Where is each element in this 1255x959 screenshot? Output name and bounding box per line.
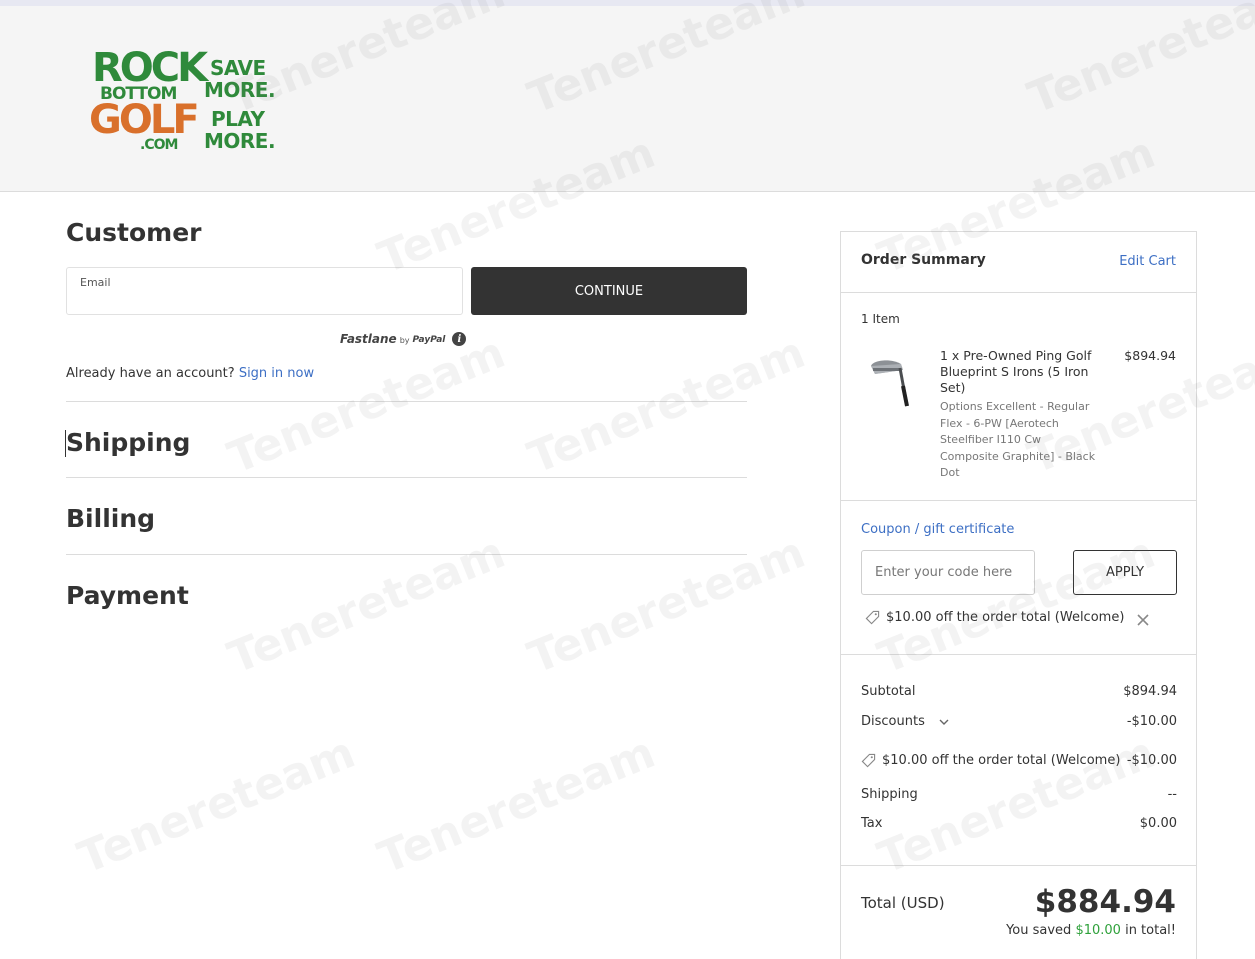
logo-text-com: .COM: [140, 137, 178, 153]
divider: [841, 654, 1196, 655]
divider: [841, 500, 1196, 501]
discounts-row[interactable]: Discounts -$10.00: [861, 714, 1177, 729]
watermark: Tenereteam: [371, 726, 663, 885]
tag-icon: [861, 753, 876, 768]
divider: [66, 401, 747, 402]
signin-prompt: Already have an account? Sign in now: [66, 366, 314, 381]
signin-prompt-text: Already have an account?: [66, 366, 235, 381]
tax-value: $0.00: [1139, 816, 1177, 831]
remove-coupon-icon[interactable]: [1133, 610, 1153, 630]
edit-cart-link[interactable]: Edit Cart: [1119, 254, 1176, 269]
tag-icon: [865, 610, 880, 625]
order-summary-panel: Order Summary Edit Cart 1 Item 1 x Pre-O…: [840, 231, 1197, 959]
logo-tagline-4: MORE.: [204, 129, 276, 153]
subtotal-value: $894.94: [1123, 684, 1177, 699]
savings-note: You saved $10.00 in total!: [1006, 923, 1176, 938]
item-price: $894.94: [1124, 348, 1176, 363]
subtotal-label: Subtotal: [861, 684, 916, 699]
order-summary-title: Order Summary: [861, 252, 986, 268]
shipping-value: --: [1167, 787, 1177, 802]
tax-label: Tax: [861, 816, 883, 831]
email-label: Email: [80, 276, 111, 289]
golf-iron-icon: [871, 360, 909, 407]
logo-text-golf: GOLF: [89, 97, 200, 143]
item-name: 1 x Pre-Owned Ping Golf Blueprint S Iron…: [940, 348, 1092, 395]
applied-coupon: $10.00 off the order total (Welcome): [865, 610, 1124, 625]
watermark: Tenereteam: [221, 326, 513, 485]
discounts-label: Discounts: [861, 714, 925, 729]
payment-heading[interactable]: Payment: [66, 581, 189, 610]
logo-tagline-3: PLAY: [211, 107, 265, 131]
coupon-link[interactable]: Coupon / gift certificate: [861, 522, 1014, 537]
billing-heading[interactable]: Billing: [66, 504, 155, 533]
email-input[interactable]: [80, 292, 450, 310]
sign-in-link[interactable]: Sign in now: [239, 366, 314, 381]
logo-tagline-1: SAVE: [210, 56, 266, 80]
divider: [66, 554, 747, 555]
watermark: Tenereteam: [221, 526, 513, 685]
total-value: $884.94: [1034, 884, 1176, 920]
divider: [841, 292, 1196, 293]
apply-button[interactable]: APPLY: [1073, 550, 1177, 595]
watermark: Tenereteam: [521, 326, 813, 485]
logo-text-rock: ROCK: [92, 45, 208, 91]
watermark: Tenereteam: [71, 726, 363, 885]
discount-detail-value: -$10.00: [1126, 753, 1177, 768]
email-field[interactable]: Email: [66, 267, 463, 315]
customer-heading: Customer: [66, 218, 202, 247]
shipping-label: Shipping: [861, 787, 918, 802]
fastlane-badge: Fastlane by PayPal i: [340, 332, 467, 346]
saved-suffix: in total!: [1125, 923, 1176, 938]
info-icon[interactable]: i: [452, 332, 467, 346]
paypal-text: PayPal: [412, 335, 446, 345]
shipping-heading[interactable]: Shipping: [66, 428, 190, 457]
discount-detail-label: $10.00 off the order total (Welcome): [882, 753, 1121, 768]
continue-button[interactable]: CONTINUE: [471, 267, 747, 315]
discounts-value: -$10.00: [1126, 714, 1177, 729]
shipping-row: Shipping --: [861, 787, 1177, 802]
subtotal-row: Subtotal $894.94: [861, 684, 1177, 699]
discount-detail-row: $10.00 off the order total (Welcome) -$1…: [861, 753, 1177, 768]
item-options: Options Excellent - Regular Flex - 6-PW …: [940, 400, 1096, 479]
applied-coupon-text: $10.00 off the order total (Welcome): [886, 610, 1125, 625]
fastlane-by-text: by: [399, 335, 410, 345]
saved-amount: $10.00: [1075, 923, 1121, 938]
divider: [841, 865, 1196, 866]
site-logo[interactable]: ROCK BOTTOM GOLF .COM SAVE MORE. PLAY MO…: [88, 46, 288, 156]
logo-tagline-2: MORE.: [204, 78, 276, 102]
divider: [66, 477, 747, 478]
watermark: Tenereteam: [521, 526, 813, 685]
chevron-down-icon[interactable]: [937, 715, 951, 729]
fastlane-text: Fastlane: [340, 332, 397, 346]
item-count: 1 Item: [861, 312, 900, 326]
tax-row: Tax $0.00: [861, 816, 1177, 831]
saved-prefix: You saved: [1006, 923, 1072, 938]
coupon-input[interactable]: [861, 550, 1035, 595]
total-label: Total (USD): [861, 894, 945, 912]
